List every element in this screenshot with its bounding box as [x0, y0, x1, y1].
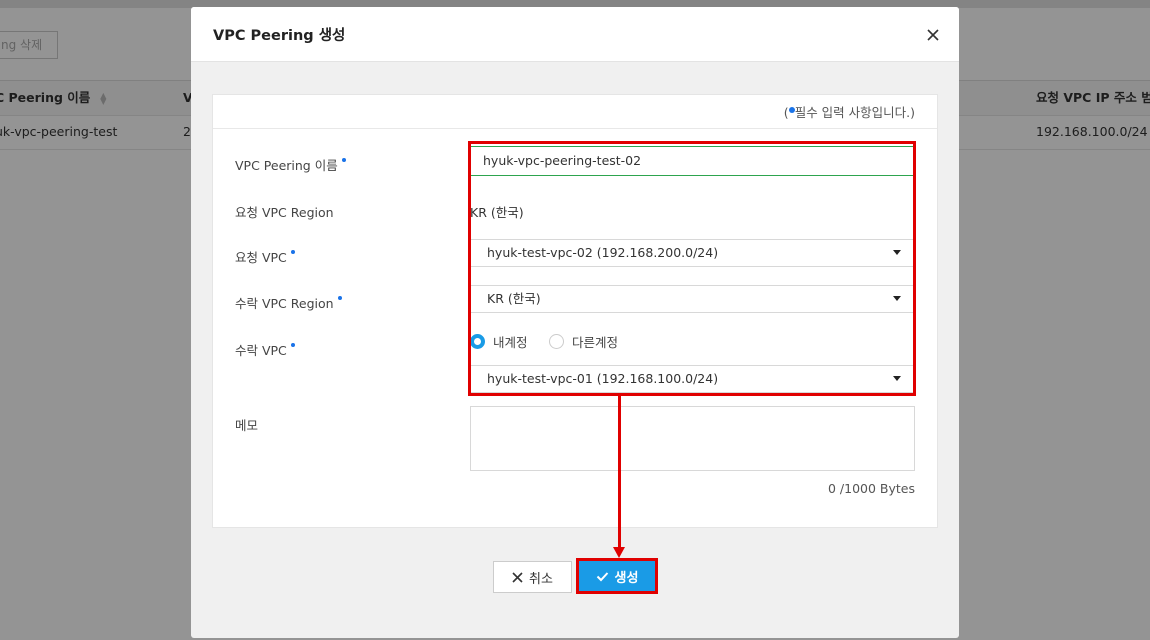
required-dot-icon: [341, 158, 346, 162]
peering-name-input[interactable]: hyuk-vpc-peering-test-02: [470, 146, 914, 176]
accept-region-selected: KR (한국): [487, 291, 541, 306]
accept-vpc-label: 수락 VPC: [235, 340, 295, 359]
accept-vpc-select[interactable]: hyuk-test-vpc-01 (192.168.100.0/24): [470, 365, 914, 393]
radio-own-label: 내계정: [493, 335, 528, 350]
accept-vpc-selected: hyuk-test-vpc-01 (192.168.100.0/24): [487, 371, 719, 386]
memo-textarea[interactable]: [470, 406, 915, 471]
check-icon: [596, 571, 609, 582]
modal-title: VPC Peering 생성: [213, 28, 346, 44]
modal-header: VPC Peering 생성: [191, 7, 959, 62]
chevron-down-icon: [893, 296, 901, 301]
accept-region-label: 수락 VPC Region: [235, 293, 342, 312]
radio-own-account[interactable]: 내계정: [470, 332, 528, 351]
chevron-down-icon: [893, 250, 901, 255]
radio-other-account[interactable]: 다른계정: [549, 332, 618, 351]
create-button-label: 생성: [614, 570, 639, 586]
close-icon[interactable]: [923, 25, 943, 45]
accept-vpc-label-text: 수락 VPC: [235, 343, 287, 358]
required-note-open: (: [783, 105, 789, 120]
request-region-value: KR (한국): [470, 205, 524, 220]
required-dot-icon: [337, 296, 342, 300]
divider: [213, 128, 937, 129]
radio-unselected-icon: [549, 334, 564, 349]
peering-name-label-text: VPC Peering 이름: [235, 158, 338, 173]
required-dot-icon: [290, 250, 295, 254]
radio-selected-icon: [470, 334, 485, 349]
annotation-arrow: [618, 396, 621, 548]
request-vpc-selected: hyuk-test-vpc-02 (192.168.200.0/24): [487, 245, 719, 260]
required-dot-icon: [290, 343, 295, 347]
cancel-button-label: 취소: [529, 571, 553, 587]
peering-name-label: VPC Peering 이름: [235, 155, 346, 174]
arrow-head-icon: [613, 547, 625, 558]
required-note-text: 필수 입력 사항입니다.): [794, 105, 915, 120]
radio-other-label: 다른계정: [572, 335, 619, 350]
request-vpc-label: 요청 VPC: [235, 247, 295, 266]
request-vpc-select[interactable]: hyuk-test-vpc-02 (192.168.200.0/24): [470, 239, 914, 267]
accept-region-select[interactable]: KR (한국): [470, 285, 914, 313]
form-panel: ( 필수 입력 사항입니다.) VPC Peering 이름 hyuk-vpc-p…: [212, 94, 938, 528]
cancel-button[interactable]: 취소: [493, 561, 572, 593]
accept-region-label-text: 수락 VPC Region: [235, 296, 334, 311]
byte-count: 0 /1000 Bytes: [828, 481, 915, 496]
create-peering-modal: VPC Peering 생성 ( 필수 입력 사항입니다.) VPC Peerin…: [191, 7, 959, 638]
required-note: ( 필수 입력 사항입니다.): [784, 102, 915, 121]
request-region-label: 요청 VPC Region: [235, 205, 334, 220]
close-icon: [512, 571, 523, 583]
request-vpc-label-text: 요청 VPC: [235, 250, 287, 265]
chevron-down-icon: [893, 376, 901, 381]
memo-label: 메모: [235, 418, 259, 433]
create-button-highlight: 생성: [576, 558, 658, 594]
create-button[interactable]: 생성: [579, 561, 655, 591]
